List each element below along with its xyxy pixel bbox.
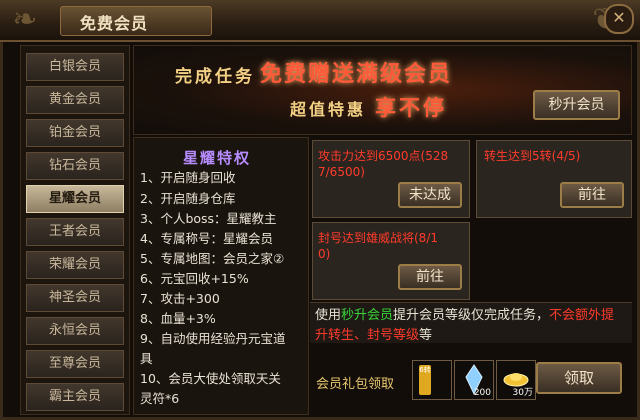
close-button[interactable]: ✕: [604, 4, 634, 34]
task-text-title-progress: 0): [318, 247, 331, 261]
sidebar-item-supreme[interactable]: 至尊会员: [26, 350, 124, 378]
banner-text-complete-task: 完成任务: [175, 67, 255, 87]
task-text-rebirth: 转生达到5转(4/5): [484, 149, 581, 163]
sidebar-item-king[interactable]: 王者会员: [26, 218, 124, 246]
info-warning: 不会额外提: [549, 308, 615, 323]
perk-item: 5、专属地图：会员之家②: [140, 251, 285, 266]
info-line-2: 升转生、封号等级等: [315, 324, 432, 343]
gift-label: 会员礼包领取: [316, 377, 395, 392]
gift-item-crystal[interactable]: 200: [454, 360, 494, 400]
gift-item-scroll[interactable]: 6转: [412, 360, 452, 400]
scroll-icon: 6转: [419, 365, 431, 395]
perks-title: 星耀特权: [183, 149, 252, 167]
info-text: 等: [419, 328, 433, 343]
info-text: 提升会员等级仅完成任务，: [393, 308, 550, 323]
sidebar-item-glory[interactable]: 荣耀会员: [26, 251, 124, 279]
instant-upgrade-button[interactable]: 秒升会员: [533, 90, 620, 120]
perk-item: 9、自动使用经验丹元宝道: [140, 331, 286, 346]
sidebar-item-silver[interactable]: 白银会员: [26, 53, 124, 81]
sidebar-item-gold[interactable]: 黄金会员: [26, 86, 124, 114]
sidebar-item-star[interactable]: 星耀会员: [26, 185, 124, 213]
perk-item: 2、开启随身仓库: [140, 191, 236, 206]
perk-item: 7、攻击+300: [140, 291, 220, 306]
info-warning: 升转生、封号等级: [315, 328, 420, 343]
task-text-title: 封号达到雄威战将(8/1: [318, 231, 438, 245]
info-line-1: 使用秒升会员提升会员等级仅完成任务，不会额外提: [315, 304, 614, 323]
banner-text-great-deal: 超值特惠: [290, 100, 367, 119]
gift-count: 200: [473, 388, 491, 398]
task-text-attack-progress: 7/6500): [318, 165, 365, 179]
task-status-unfinished-button[interactable]: 未达成: [398, 182, 462, 208]
gift-item-gold[interactable]: 30万: [496, 360, 536, 400]
sidebar-item-eternal[interactable]: 永恒会员: [26, 317, 124, 345]
perk-item: 3、个人boss：星耀教主: [140, 211, 277, 226]
perk-item: 1、开启随身回收: [140, 170, 236, 185]
window-title: 免费会员: [80, 14, 149, 33]
banner-text-free-max-vip: 免费赠送满级会员: [260, 62, 453, 87]
task-text-attack: 攻击力达到6500点(528: [318, 149, 449, 163]
info-text: 使用: [315, 308, 342, 323]
perk-item: 8、血量+3%: [140, 311, 216, 326]
sidebar-item-platinum[interactable]: 铂金会员: [26, 119, 124, 147]
perk-item: 具: [140, 351, 153, 366]
sidebar-item-overlord[interactable]: 霸主会员: [26, 383, 124, 411]
perk-item: 10、会员大使处领取天关: [140, 371, 281, 386]
banner-text-nonstop: 享不停: [375, 96, 447, 120]
perk-item: 4、专属称号：星耀会员: [140, 231, 273, 246]
task-goto-title-button[interactable]: 前往: [398, 264, 462, 290]
perk-item: 6、元宝回收+15%: [140, 271, 249, 286]
dragon-ornament-left-icon: ❧: [12, 2, 38, 37]
info-highlight-instant: 秒升会员: [341, 308, 394, 323]
task-goto-rebirth-button[interactable]: 前往: [560, 182, 624, 208]
claim-gift-button[interactable]: 领取: [536, 362, 622, 394]
perk-item: 灵符*6: [140, 391, 180, 406]
gift-count: 30万: [512, 388, 533, 398]
sidebar-item-diamond[interactable]: 钻石会员: [26, 152, 124, 180]
sidebar-item-divine[interactable]: 神圣会员: [26, 284, 124, 312]
